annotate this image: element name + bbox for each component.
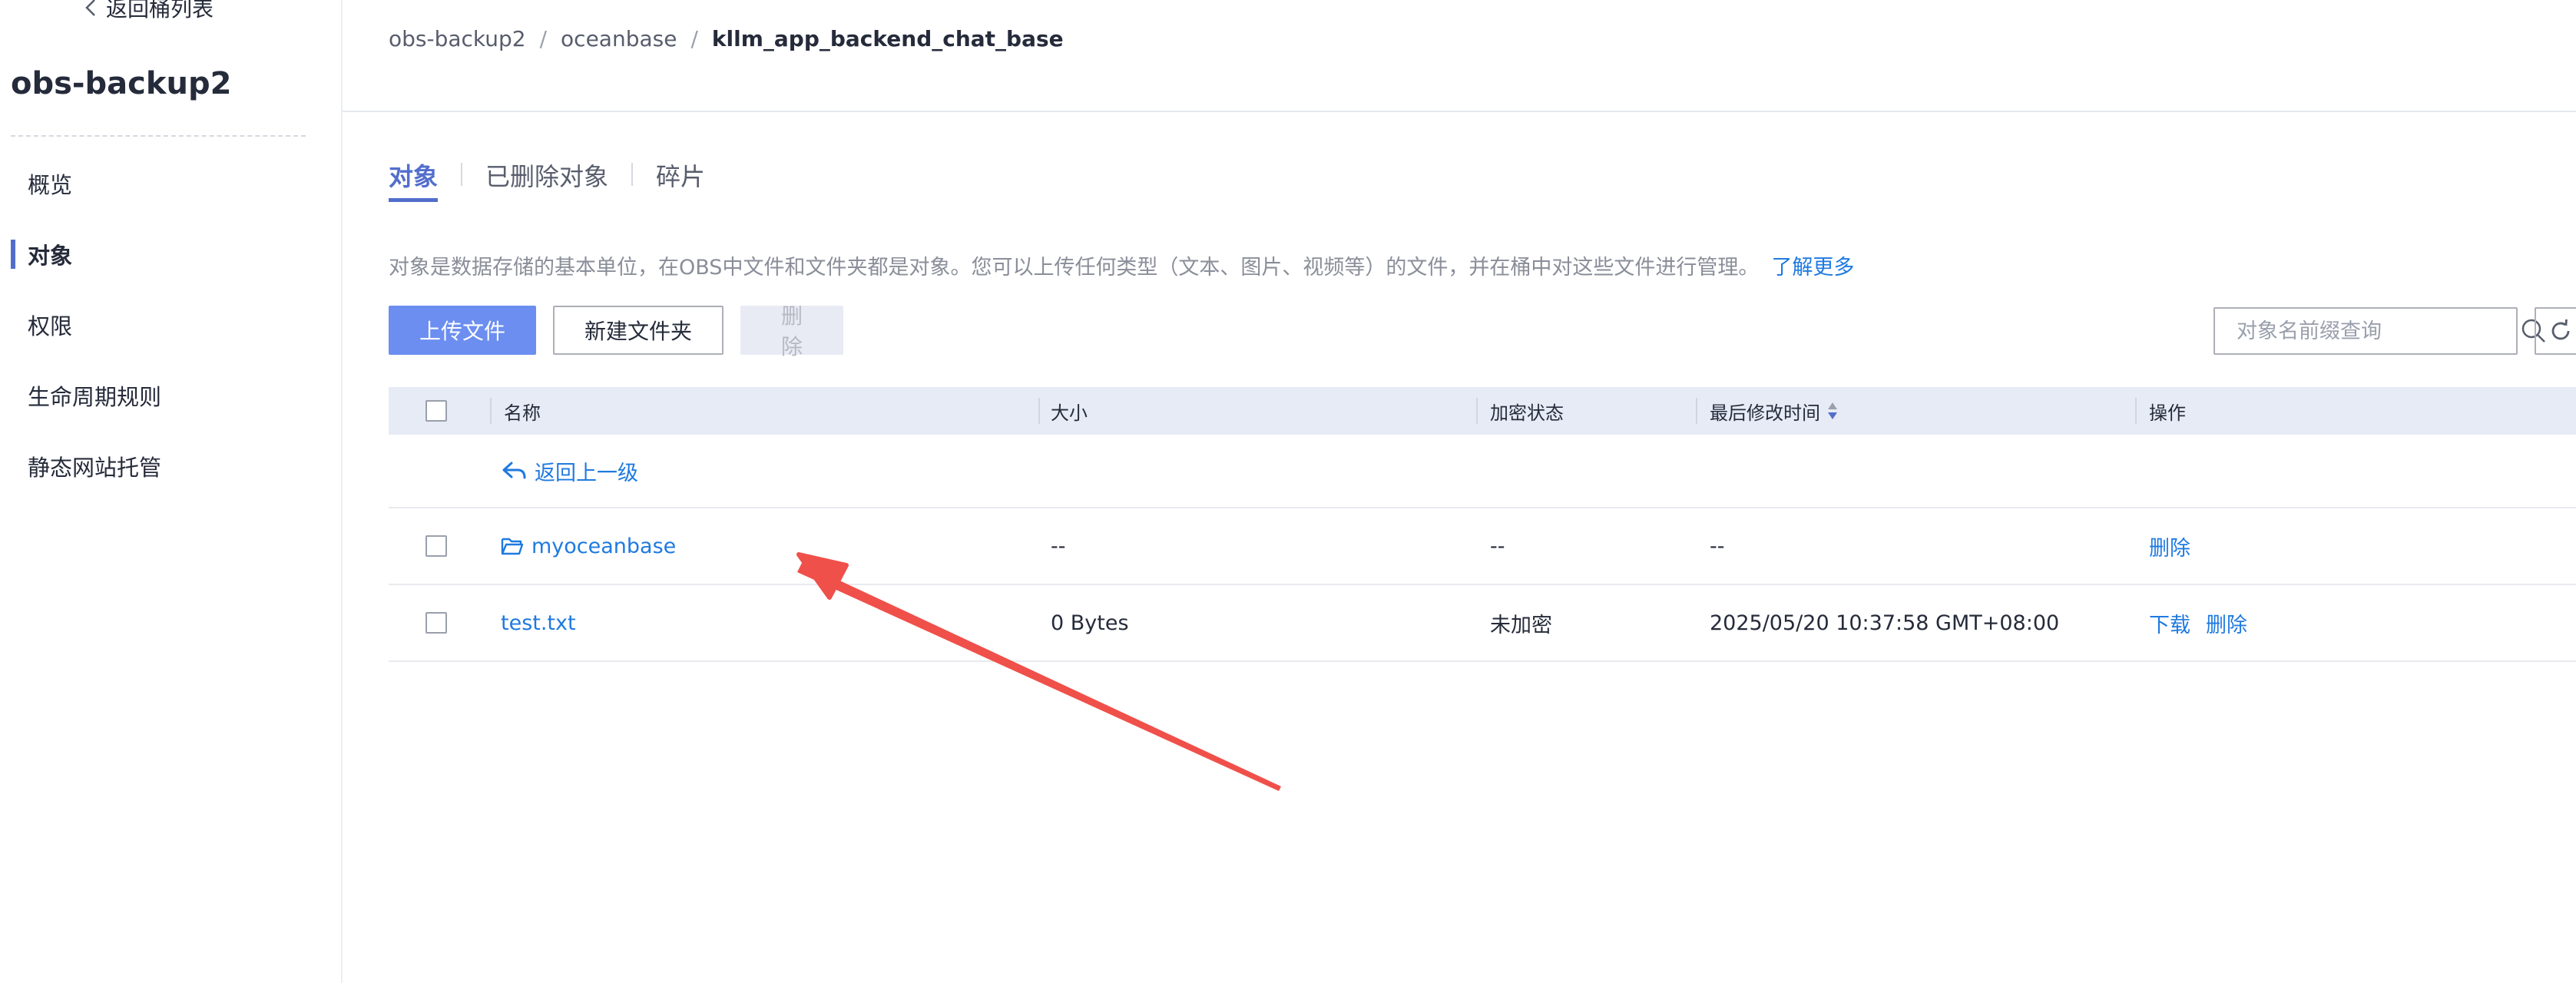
tab-separator <box>631 163 634 186</box>
row-checkbox[interactable] <box>425 612 447 634</box>
select-all-cell <box>425 387 447 435</box>
refresh-button[interactable] <box>2535 307 2576 355</box>
column-separator <box>1038 398 1040 424</box>
sidebar-item-label: 对象 <box>28 243 73 269</box>
file-name-link[interactable]: test.txt <box>501 585 576 660</box>
column-header-size: 大小 <box>1051 402 1088 424</box>
sidebar-item-objects[interactable]: 对象 <box>11 235 333 273</box>
table-header: 名称 大小 加密状态 最后修改时间 操作 <box>389 387 2576 435</box>
sidebar-item-overview[interactable]: 概览 <box>11 164 333 203</box>
learn-more-link[interactable]: 了解更多 <box>1771 256 1854 280</box>
folder-name-link[interactable]: myoceanbase <box>501 508 676 584</box>
breadcrumb-item-current: kllm_app_backend_chat_base <box>711 26 1064 51</box>
description-text: 对象是数据存储的基本单位，在OBS中文件和文件夹都是对象。您可以上传任何类型（文… <box>389 256 1760 280</box>
breadcrumb-item-bucket[interactable]: obs-backup2 <box>389 26 526 51</box>
back-to-parent-label: 返回上一级 <box>535 461 638 485</box>
sidebar-item-label: 权限 <box>28 313 73 339</box>
breadcrumb: obs-backup2 / oceanbase / kllm_app_backe… <box>389 26 1064 51</box>
search-input[interactable] <box>2215 309 2521 353</box>
objects-table: 名称 大小 加密状态 最后修改时间 操作 返回上一级 myoceanbase -… <box>389 387 2576 662</box>
toolbar: 上传文件 新建文件夹 删除 <box>389 303 843 359</box>
breadcrumb-item-folder[interactable]: oceanbase <box>561 26 677 51</box>
tab-separator <box>461 163 463 186</box>
column-separator <box>490 398 492 424</box>
search-box <box>2213 307 2545 355</box>
page-header: obs-backup2 / oceanbase / kllm_app_backe… <box>343 0 2576 112</box>
column-header-name: 名称 <box>504 402 541 424</box>
tab-objects[interactable]: 对象 <box>389 157 439 202</box>
row-checkbox[interactable] <box>425 535 447 557</box>
sidebar-item-lifecycle-rules[interactable]: 生命周期规则 <box>11 376 333 415</box>
column-header-modified[interactable]: 最后修改时间 <box>1710 387 1839 435</box>
row-encryption: -- <box>1490 534 1505 558</box>
breadcrumb-separator: / <box>690 26 698 51</box>
back-to-parent-link[interactable]: 返回上一级 <box>501 435 638 507</box>
row-modified: -- <box>1710 534 1725 558</box>
table-row: myoceanbase -- -- -- 删除 <box>389 508 2576 585</box>
breadcrumb-separator: / <box>539 26 548 51</box>
column-separator <box>1696 398 1697 424</box>
row-select-cell <box>425 585 447 660</box>
row-select-cell <box>425 508 447 584</box>
select-all-checkbox[interactable] <box>425 400 447 422</box>
folder-icon <box>501 536 524 556</box>
column-header-actions: 操作 <box>2149 402 2186 424</box>
back-to-bucket-list-link[interactable]: 返回桶列表 <box>84 0 214 23</box>
objects-description: 对象是数据存储的基本单位，在OBS中文件和文件夹都是对象。您可以上传任何类型（文… <box>389 250 1854 280</box>
column-header-encryption: 加密状态 <box>1490 402 1564 424</box>
sidebar-item-permissions[interactable]: 权限 <box>11 306 333 344</box>
column-separator <box>2135 398 2137 424</box>
row-size: 0 Bytes <box>1051 611 1129 635</box>
sort-icon[interactable] <box>1826 401 1839 421</box>
chevron-left-icon <box>85 0 95 16</box>
row-actions: 下载 删除 <box>2149 585 2263 660</box>
download-file-link[interactable]: 下载 <box>2149 608 2190 638</box>
column-separator <box>1476 398 1478 424</box>
sidebar-item-static-website-hosting[interactable]: 静态网站托管 <box>11 447 333 485</box>
row-actions: 删除 <box>2149 508 2206 584</box>
new-folder-button[interactable]: 新建文件夹 <box>553 306 723 355</box>
obs-console-app: 返回桶列表 obs-backup2 概览 对象 权限 生命周期规则 静态网站托管… <box>0 0 2576 983</box>
row-encryption: 未加密 <box>1490 613 1552 637</box>
return-arrow-icon <box>501 459 527 482</box>
row-size: -- <box>1051 534 1066 558</box>
bucket-name: obs-backup2 <box>11 66 232 101</box>
column-header-modified-label: 最后修改时间 <box>1710 402 1820 424</box>
refresh-icon <box>2551 319 2570 340</box>
tab-fragments[interactable]: 碎片 <box>656 157 705 202</box>
sidebar-divider <box>11 135 306 137</box>
delete-file-link[interactable]: 删除 <box>2206 608 2247 638</box>
object-tabs: 对象 已删除对象 碎片 <box>389 157 705 203</box>
delete-button[interactable]: 删除 <box>740 303 843 359</box>
upload-file-button[interactable]: 上传文件 <box>389 306 536 355</box>
table-row: test.txt 0 Bytes 未加密 2025/05/20 10:37:58… <box>389 585 2576 662</box>
table-row-back: 返回上一级 <box>389 435 2576 508</box>
back-to-bucket-list-label: 返回桶列表 <box>106 0 214 22</box>
sidebar-item-label: 概览 <box>28 172 73 198</box>
sidebar-item-label: 静态网站托管 <box>28 455 162 481</box>
folder-name: myoceanbase <box>531 534 677 558</box>
sidebar: 返回桶列表 obs-backup2 概览 对象 权限 生命周期规则 静态网站托管 <box>0 0 343 983</box>
delete-folder-link[interactable]: 删除 <box>2149 531 2190 561</box>
row-modified: 2025/05/20 10:37:58 GMT+08:00 <box>1710 611 2060 635</box>
tab-deleted-objects[interactable]: 已删除对象 <box>485 157 608 202</box>
sidebar-item-label: 生命周期规则 <box>28 384 162 410</box>
